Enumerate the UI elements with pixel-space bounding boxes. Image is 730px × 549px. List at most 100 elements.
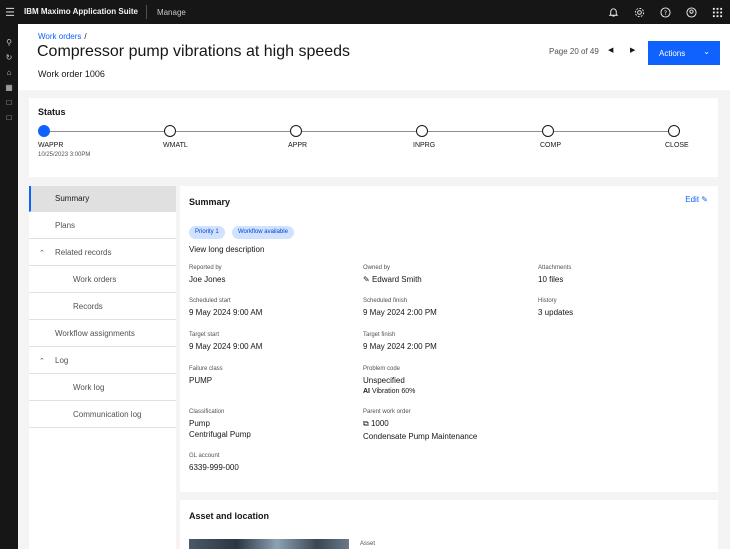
status-label-comp: COMP bbox=[540, 142, 561, 149]
attachments-label: Attachments bbox=[538, 265, 572, 271]
status-label-appr: APPR bbox=[288, 142, 308, 149]
notification-icon[interactable] bbox=[600, 0, 626, 24]
nav-item-log[interactable]: ⌃ Log bbox=[29, 348, 176, 374]
side-nav: ⚲ ↻ ⌂ ▦ □ □ bbox=[0, 24, 18, 549]
status-label-close: CLOSE bbox=[665, 142, 689, 149]
app-switcher-icon[interactable] bbox=[704, 0, 730, 24]
actions-button[interactable]: Actions ⌄ bbox=[648, 41, 720, 65]
edit-label: Edit bbox=[685, 195, 700, 204]
status-label-inprg: INPRG bbox=[413, 142, 436, 149]
nav-item-records[interactable]: Records bbox=[29, 294, 176, 320]
document-icon[interactable]: □ bbox=[0, 96, 18, 110]
nav-item-work-orders[interactable]: Work orders bbox=[29, 267, 176, 293]
classification-label: Classification bbox=[189, 409, 225, 415]
status-step-inprg[interactable] bbox=[416, 125, 428, 137]
gl-account-label: GL account bbox=[189, 453, 220, 459]
nav-item-plans[interactable]: Plans bbox=[29, 213, 176, 239]
nav-item-workflow-assignments[interactable]: Workflow assignments bbox=[29, 321, 176, 347]
scheduled-start-value: 9 May 2024 9:00 AM bbox=[189, 308, 263, 317]
nav-item-label: Work log bbox=[73, 383, 105, 392]
asset-location-heading: Asset and location bbox=[189, 511, 270, 521]
priority-tag: Priority 1 bbox=[189, 226, 225, 239]
home-icon[interactable]: ⌂ bbox=[0, 66, 18, 80]
parent-work-order-link[interactable]: ⧉ 1000 bbox=[363, 419, 389, 429]
table-icon[interactable]: ▦ bbox=[0, 81, 18, 95]
asset-label: Asset bbox=[360, 541, 376, 547]
status-date: 10/25/2023 3:00PM bbox=[38, 152, 91, 158]
app-name: Manage bbox=[156, 7, 186, 17]
status-label-wmatl: WMATL bbox=[163, 142, 188, 149]
parent-work-order-description: Condensate Pump Maintenance bbox=[363, 432, 478, 441]
parent-work-order-label: Parent work order bbox=[363, 409, 411, 415]
user-profile-icon[interactable] bbox=[678, 0, 704, 24]
summary-heading: Summary bbox=[189, 197, 231, 207]
top-bar-actions: ? bbox=[600, 0, 730, 24]
owned-by-value: Edward Smith bbox=[371, 275, 422, 284]
nav-item-label: Related records bbox=[55, 248, 112, 257]
edit-pencil-icon: ✎ bbox=[701, 195, 708, 204]
help-icon[interactable]: ? bbox=[652, 0, 678, 24]
owned-by-link[interactable]: ✎ Edward Smith bbox=[363, 275, 422, 284]
previous-page-icon[interactable]: ◀ bbox=[608, 46, 613, 54]
asset-image bbox=[189, 539, 349, 549]
scheduled-finish-value: 9 May 2024 2:00 PM bbox=[363, 308, 437, 317]
gl-account-value: 6339-999-000 bbox=[189, 463, 239, 472]
page-header: Work orders / Compressor pump vibrations … bbox=[18, 24, 730, 90]
target-start-value: 9 May 2024 9:00 AM bbox=[189, 342, 263, 351]
owned-by-label: Owned by bbox=[363, 265, 391, 271]
attachments-link[interactable]: 10 files bbox=[538, 275, 563, 284]
target-finish-label: Target finish bbox=[363, 332, 396, 338]
target-start-label: Target start bbox=[189, 332, 220, 338]
history-link[interactable]: 3 updates bbox=[538, 308, 573, 317]
svg-text:?: ? bbox=[663, 8, 666, 16]
status-step-comp[interactable] bbox=[542, 125, 554, 137]
nav-item-label: Records bbox=[73, 302, 103, 311]
status-step-wappr[interactable] bbox=[38, 125, 50, 137]
page-subtitle: Work order 1006 bbox=[38, 69, 105, 79]
summary-card: Summary Edit ✎ Priority 1 Workflow avail… bbox=[180, 186, 718, 492]
ai-badge: AI bbox=[363, 388, 370, 395]
hamburger-menu-icon[interactable]: ☰ bbox=[0, 0, 20, 24]
recent-icon[interactable]: ↻ bbox=[0, 51, 18, 65]
breadcrumb: Work orders / bbox=[38, 32, 87, 41]
scheduled-start-label: Scheduled start bbox=[189, 298, 231, 304]
status-step-close[interactable] bbox=[668, 125, 680, 137]
nav-item-related-records[interactable]: ⌃ Related records bbox=[29, 240, 176, 266]
page-title: Compressor pump vibrations at high speed… bbox=[37, 43, 351, 60]
edit-pencil-icon: ✎ bbox=[363, 275, 370, 284]
classification-value: Pump bbox=[189, 419, 210, 428]
nav-item-label: Plans bbox=[55, 221, 76, 230]
chevron-up-icon: ⌃ bbox=[39, 249, 45, 257]
nav-item-summary[interactable]: Summary bbox=[29, 186, 176, 212]
reported-by-label: Reported by bbox=[189, 265, 222, 271]
folder-icon[interactable]: □ bbox=[0, 111, 18, 125]
view-long-description-link[interactable]: View long description bbox=[189, 245, 264, 254]
failure-class-value: PUMP bbox=[189, 376, 213, 385]
status-heading: Status bbox=[38, 107, 66, 117]
reported-by-value: Joe Jones bbox=[189, 275, 226, 284]
nav-item-label: Work orders bbox=[73, 275, 117, 284]
actions-label: Actions bbox=[659, 48, 686, 58]
breadcrumb-work-orders[interactable]: Work orders bbox=[38, 32, 81, 41]
nav-item-label: Summary bbox=[55, 194, 90, 203]
breadcrumb-separator: / bbox=[84, 32, 87, 41]
nav-item-label: Communication log bbox=[73, 410, 142, 419]
suite-name[interactable]: IBM Maximo Application Suite bbox=[20, 5, 147, 19]
status-card: Status WAPPR WMATL APPR INPRG COMP CLOSE… bbox=[29, 98, 718, 177]
launch-icon: ⧉ bbox=[363, 419, 369, 428]
next-page-icon[interactable]: ▶ bbox=[630, 46, 635, 54]
target-finish-value: 9 May 2024 2:00 PM bbox=[363, 342, 437, 351]
status-step-appr[interactable] bbox=[290, 125, 302, 137]
nav-item-label: Log bbox=[55, 356, 69, 365]
top-bar: ☰ IBM Maximo Application Suite Manage ? bbox=[0, 0, 730, 24]
search-icon[interactable]: ⚲ bbox=[0, 36, 18, 50]
edit-button[interactable]: Edit ✎ bbox=[685, 195, 708, 204]
problem-code-value: Unspecified bbox=[363, 376, 405, 385]
parent-work-order-value: 1000 bbox=[370, 419, 389, 428]
settings-icon[interactable] bbox=[626, 0, 652, 24]
nav-item-work-log[interactable]: Work log bbox=[29, 375, 176, 401]
status-track bbox=[43, 131, 675, 132]
pager-text: Page 20 of 49 bbox=[549, 47, 599, 56]
status-step-wmatl[interactable] bbox=[164, 125, 176, 137]
nav-item-communication-log[interactable]: Communication log bbox=[29, 402, 176, 428]
